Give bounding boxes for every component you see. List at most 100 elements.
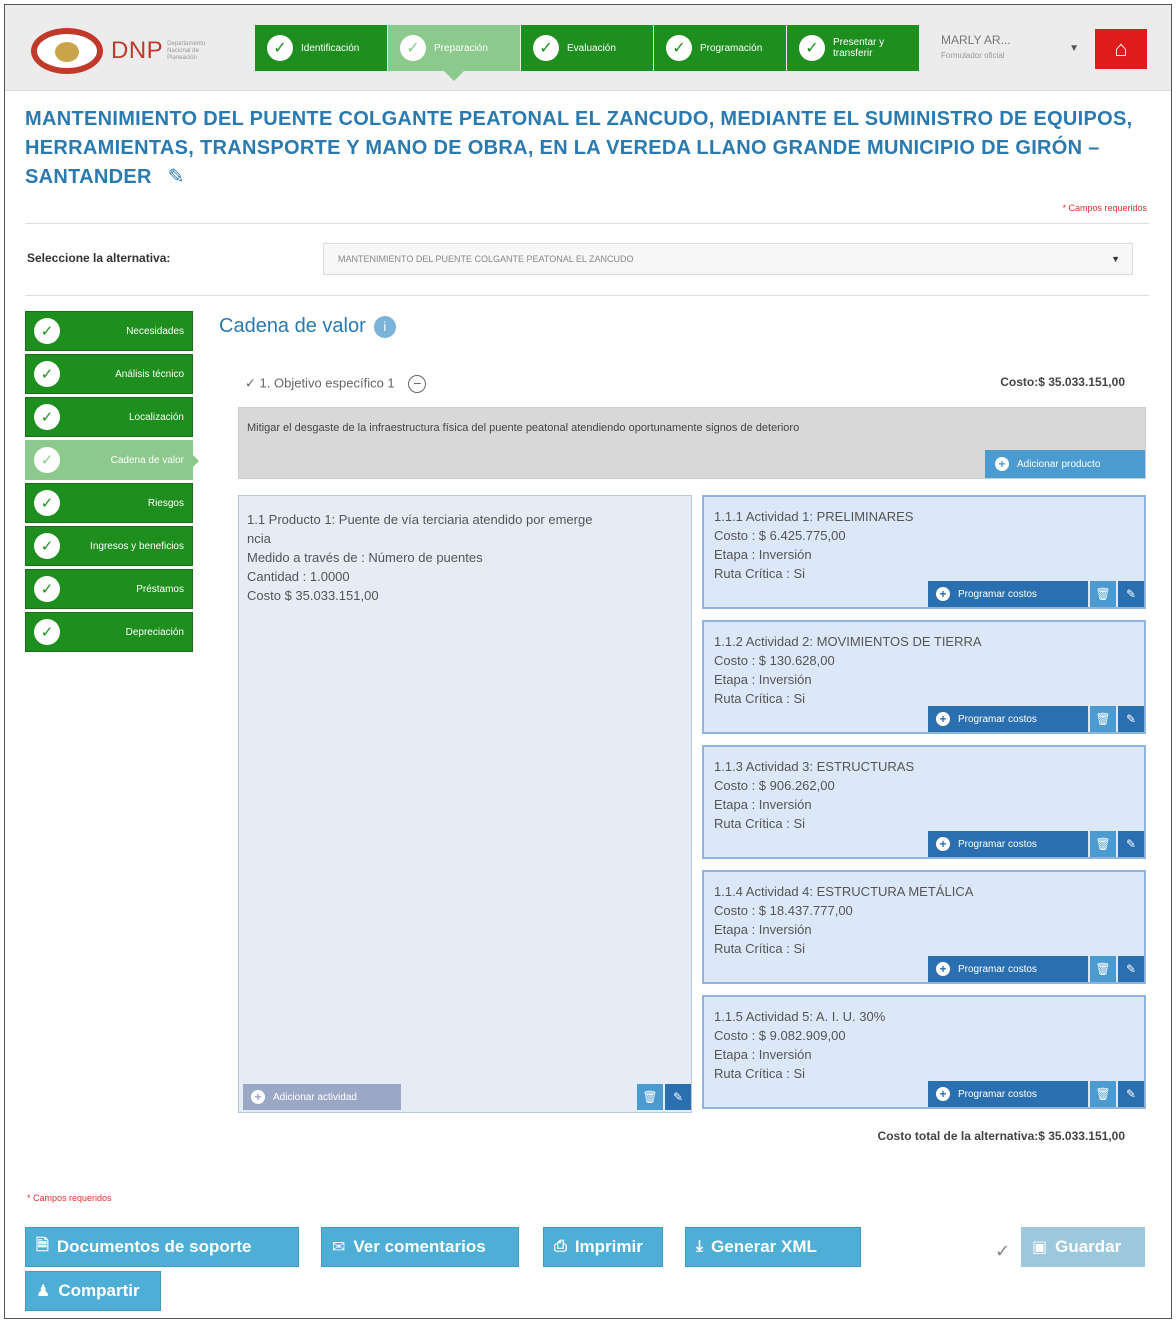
colombia-seal-icon bbox=[31, 28, 103, 74]
objective-cost: Costo:$ 35.033.151,00 bbox=[1000, 375, 1125, 389]
save-label: Guardar bbox=[1055, 1237, 1122, 1256]
check-icon: ✓ bbox=[799, 35, 825, 61]
alternative-select[interactable]: MANTENIMIENTO DEL PUENTE COLGANTE PEATON… bbox=[323, 243, 1133, 275]
plus-icon: + bbox=[936, 962, 950, 976]
edit-pencil-icon[interactable]: ✎ bbox=[1118, 956, 1144, 982]
delete-icon[interactable]: 🗑 bbox=[1090, 831, 1116, 857]
nav-label: Cadena de valor bbox=[110, 454, 184, 466]
activity-tools: + Programar costos 🗑 ✎ bbox=[928, 831, 1144, 857]
program-costs-label: Programar costos bbox=[958, 713, 1037, 725]
delete-icon[interactable]: 🗑 bbox=[1090, 581, 1116, 607]
program-costs-button[interactable]: + Programar costos bbox=[928, 581, 1088, 607]
nav-localizacion[interactable]: ✓ Localización bbox=[25, 397, 193, 437]
nav-label: Necesidades bbox=[126, 325, 184, 337]
delete-icon[interactable]: 🗑 bbox=[637, 1084, 663, 1110]
add-activity-label: Adicionar actividad bbox=[273, 1091, 357, 1103]
support-documents-button[interactable]: 🗎 Documentos de soporte bbox=[25, 1227, 299, 1267]
check-icon: ✓ bbox=[34, 490, 60, 516]
view-comments-button[interactable]: ✉ Ver comentarios bbox=[321, 1227, 519, 1267]
nav-necesidades[interactable]: ✓ Necesidades bbox=[25, 311, 193, 351]
nav-label: Ingresos y beneficios bbox=[90, 540, 184, 552]
edit-pencil-icon[interactable]: ✎ bbox=[168, 166, 185, 188]
program-costs-button[interactable]: + Programar costos bbox=[928, 956, 1088, 982]
delete-icon[interactable]: 🗑 bbox=[1090, 956, 1116, 982]
document-icon: 🗎 bbox=[36, 1236, 49, 1254]
program-costs-button[interactable]: + Programar costos bbox=[928, 1081, 1088, 1107]
user-icon: ♟ bbox=[36, 1283, 51, 1300]
program-costs-button[interactable]: + Programar costos bbox=[928, 831, 1088, 857]
product-details: 1.1 Producto 1: Puente de vía terciaria … bbox=[247, 510, 687, 605]
view-comments-label: Ver comentarios bbox=[353, 1237, 486, 1256]
nav-depreciacion[interactable]: ✓ Depreciación bbox=[25, 612, 193, 652]
activity-tools: + Programar costos 🗑 ✎ bbox=[928, 706, 1144, 732]
step-presentar[interactable]: ✓ Presentar y transferir bbox=[787, 25, 919, 71]
generate-xml-button[interactable]: ⤓ Generar XML bbox=[685, 1227, 861, 1267]
step-identificacion[interactable]: ✓ Identificación bbox=[255, 25, 387, 71]
activity-card: 1.1.3 Actividad 3: ESTRUCTURAS Costo : $… bbox=[702, 745, 1146, 859]
edit-pencil-icon[interactable]: ✎ bbox=[1118, 581, 1144, 607]
dnp-logo[interactable]: DNP Departamento Nacional de Planeación bbox=[31, 25, 246, 77]
objective-label: 1. Objetivo específico 1 bbox=[259, 375, 395, 391]
divider bbox=[25, 295, 1149, 296]
step-label: Programación bbox=[700, 42, 763, 54]
share-label: Compartir bbox=[58, 1281, 140, 1300]
activity-cost: Costo : $ 130.628,00 bbox=[714, 653, 835, 668]
activity-stage: Etapa : Inversión bbox=[714, 922, 812, 937]
activity-title: 1.1.3 Actividad 3: ESTRUCTURAS bbox=[714, 759, 915, 774]
step-programacion[interactable]: ✓ Programación bbox=[654, 25, 786, 71]
user-menu[interactable]: MARLY AR... Formulador oficial ▼ bbox=[941, 33, 1081, 73]
activity-cost: Costo : $ 9.082.909,00 bbox=[714, 1028, 846, 1043]
edit-pencil-icon[interactable]: ✎ bbox=[1118, 1081, 1144, 1107]
nav-cadena-de-valor[interactable]: ✓ Cadena de valor bbox=[25, 440, 199, 480]
program-costs-button[interactable]: + Programar costos bbox=[928, 706, 1088, 732]
step-evaluacion[interactable]: ✓ Evaluación bbox=[521, 25, 653, 71]
check-icon: ✓ bbox=[34, 361, 60, 387]
add-product-button[interactable]: + Adicionar producto bbox=[985, 450, 1145, 478]
alternative-selected-value: MANTENIMIENTO DEL PUENTE COLGANTE PEATON… bbox=[338, 254, 634, 264]
collapse-icon[interactable]: − bbox=[408, 375, 427, 393]
share-button[interactable]: ♟ Compartir bbox=[25, 1271, 161, 1311]
project-title-text: MANTENIMIENTO DEL PUENTE COLGANTE PEATON… bbox=[25, 108, 1133, 188]
check-icon: ✓ bbox=[34, 447, 60, 473]
activity-details: 1.1.4 Actividad 4: ESTRUCTURA METÁLICA C… bbox=[714, 882, 973, 958]
print-button[interactable]: ⎙ Imprimir bbox=[543, 1227, 663, 1267]
print-label: Imprimir bbox=[574, 1237, 643, 1256]
nav-prestamos[interactable]: ✓ Préstamos bbox=[25, 569, 193, 609]
alternative-label: Seleccione la alternativa: bbox=[27, 251, 171, 265]
section-nav: ✓ Necesidades ✓ Análisis técnico ✓ Local… bbox=[25, 311, 199, 655]
edit-pencil-icon[interactable]: ✎ bbox=[665, 1084, 691, 1110]
plus-icon: + bbox=[936, 712, 950, 726]
save-button[interactable]: ▣ Guardar bbox=[1021, 1227, 1145, 1267]
user-role: Formulador oficial bbox=[941, 51, 1005, 60]
check-icon: ✓ bbox=[995, 1241, 1011, 1261]
activity-tools: + Programar costos 🗑 ✎ bbox=[928, 1081, 1144, 1107]
activity-details: 1.1.5 Actividad 5: A. I. U. 30% Costo : … bbox=[714, 1007, 885, 1083]
delete-icon[interactable]: 🗑 bbox=[1090, 706, 1116, 732]
home-icon: ⌂ bbox=[1114, 36, 1128, 61]
edit-pencil-icon[interactable]: ✎ bbox=[1118, 831, 1144, 857]
plus-icon: + bbox=[936, 587, 950, 601]
user-name: MARLY AR... bbox=[941, 33, 1011, 47]
caret-down-icon[interactable]: ▼ bbox=[1069, 43, 1079, 54]
nav-ingresos-beneficios[interactable]: ✓ Ingresos y beneficios bbox=[25, 526, 193, 566]
product-title: 1.1 Producto 1: Puente de vía terciaria … bbox=[247, 512, 593, 527]
print-icon: ⎙ bbox=[554, 1238, 567, 1255]
plus-icon: + bbox=[936, 837, 950, 851]
required-fields-note: * Campos requeridos bbox=[27, 1193, 112, 1203]
logo-text: DNP bbox=[111, 37, 164, 64]
check-icon: ✓ bbox=[34, 576, 60, 602]
nav-riesgos[interactable]: ✓ Riesgos bbox=[25, 483, 193, 523]
objective-header[interactable]: ✓ 1. Objetivo específico 1 − bbox=[245, 375, 427, 393]
nav-analisis-tecnico[interactable]: ✓ Análisis técnico bbox=[25, 354, 193, 394]
product-quantity: Cantidad : 1.0000 bbox=[247, 569, 350, 584]
info-icon[interactable]: i bbox=[373, 315, 396, 338]
home-button[interactable]: ⌂ bbox=[1095, 29, 1147, 69]
edit-pencil-icon[interactable]: ✎ bbox=[1118, 706, 1144, 732]
page-frame: DNP Departamento Nacional de Planeación … bbox=[4, 4, 1172, 1319]
divider bbox=[25, 223, 1149, 224]
delete-icon[interactable]: 🗑 bbox=[1090, 1081, 1116, 1107]
caret-down-icon: ▼ bbox=[1111, 254, 1120, 264]
step-preparacion[interactable]: ✓ Preparación bbox=[388, 25, 520, 81]
activity-tools: + Programar costos 🗑 ✎ bbox=[928, 581, 1144, 607]
add-activity-button[interactable]: + Adicionar actividad bbox=[243, 1084, 401, 1110]
